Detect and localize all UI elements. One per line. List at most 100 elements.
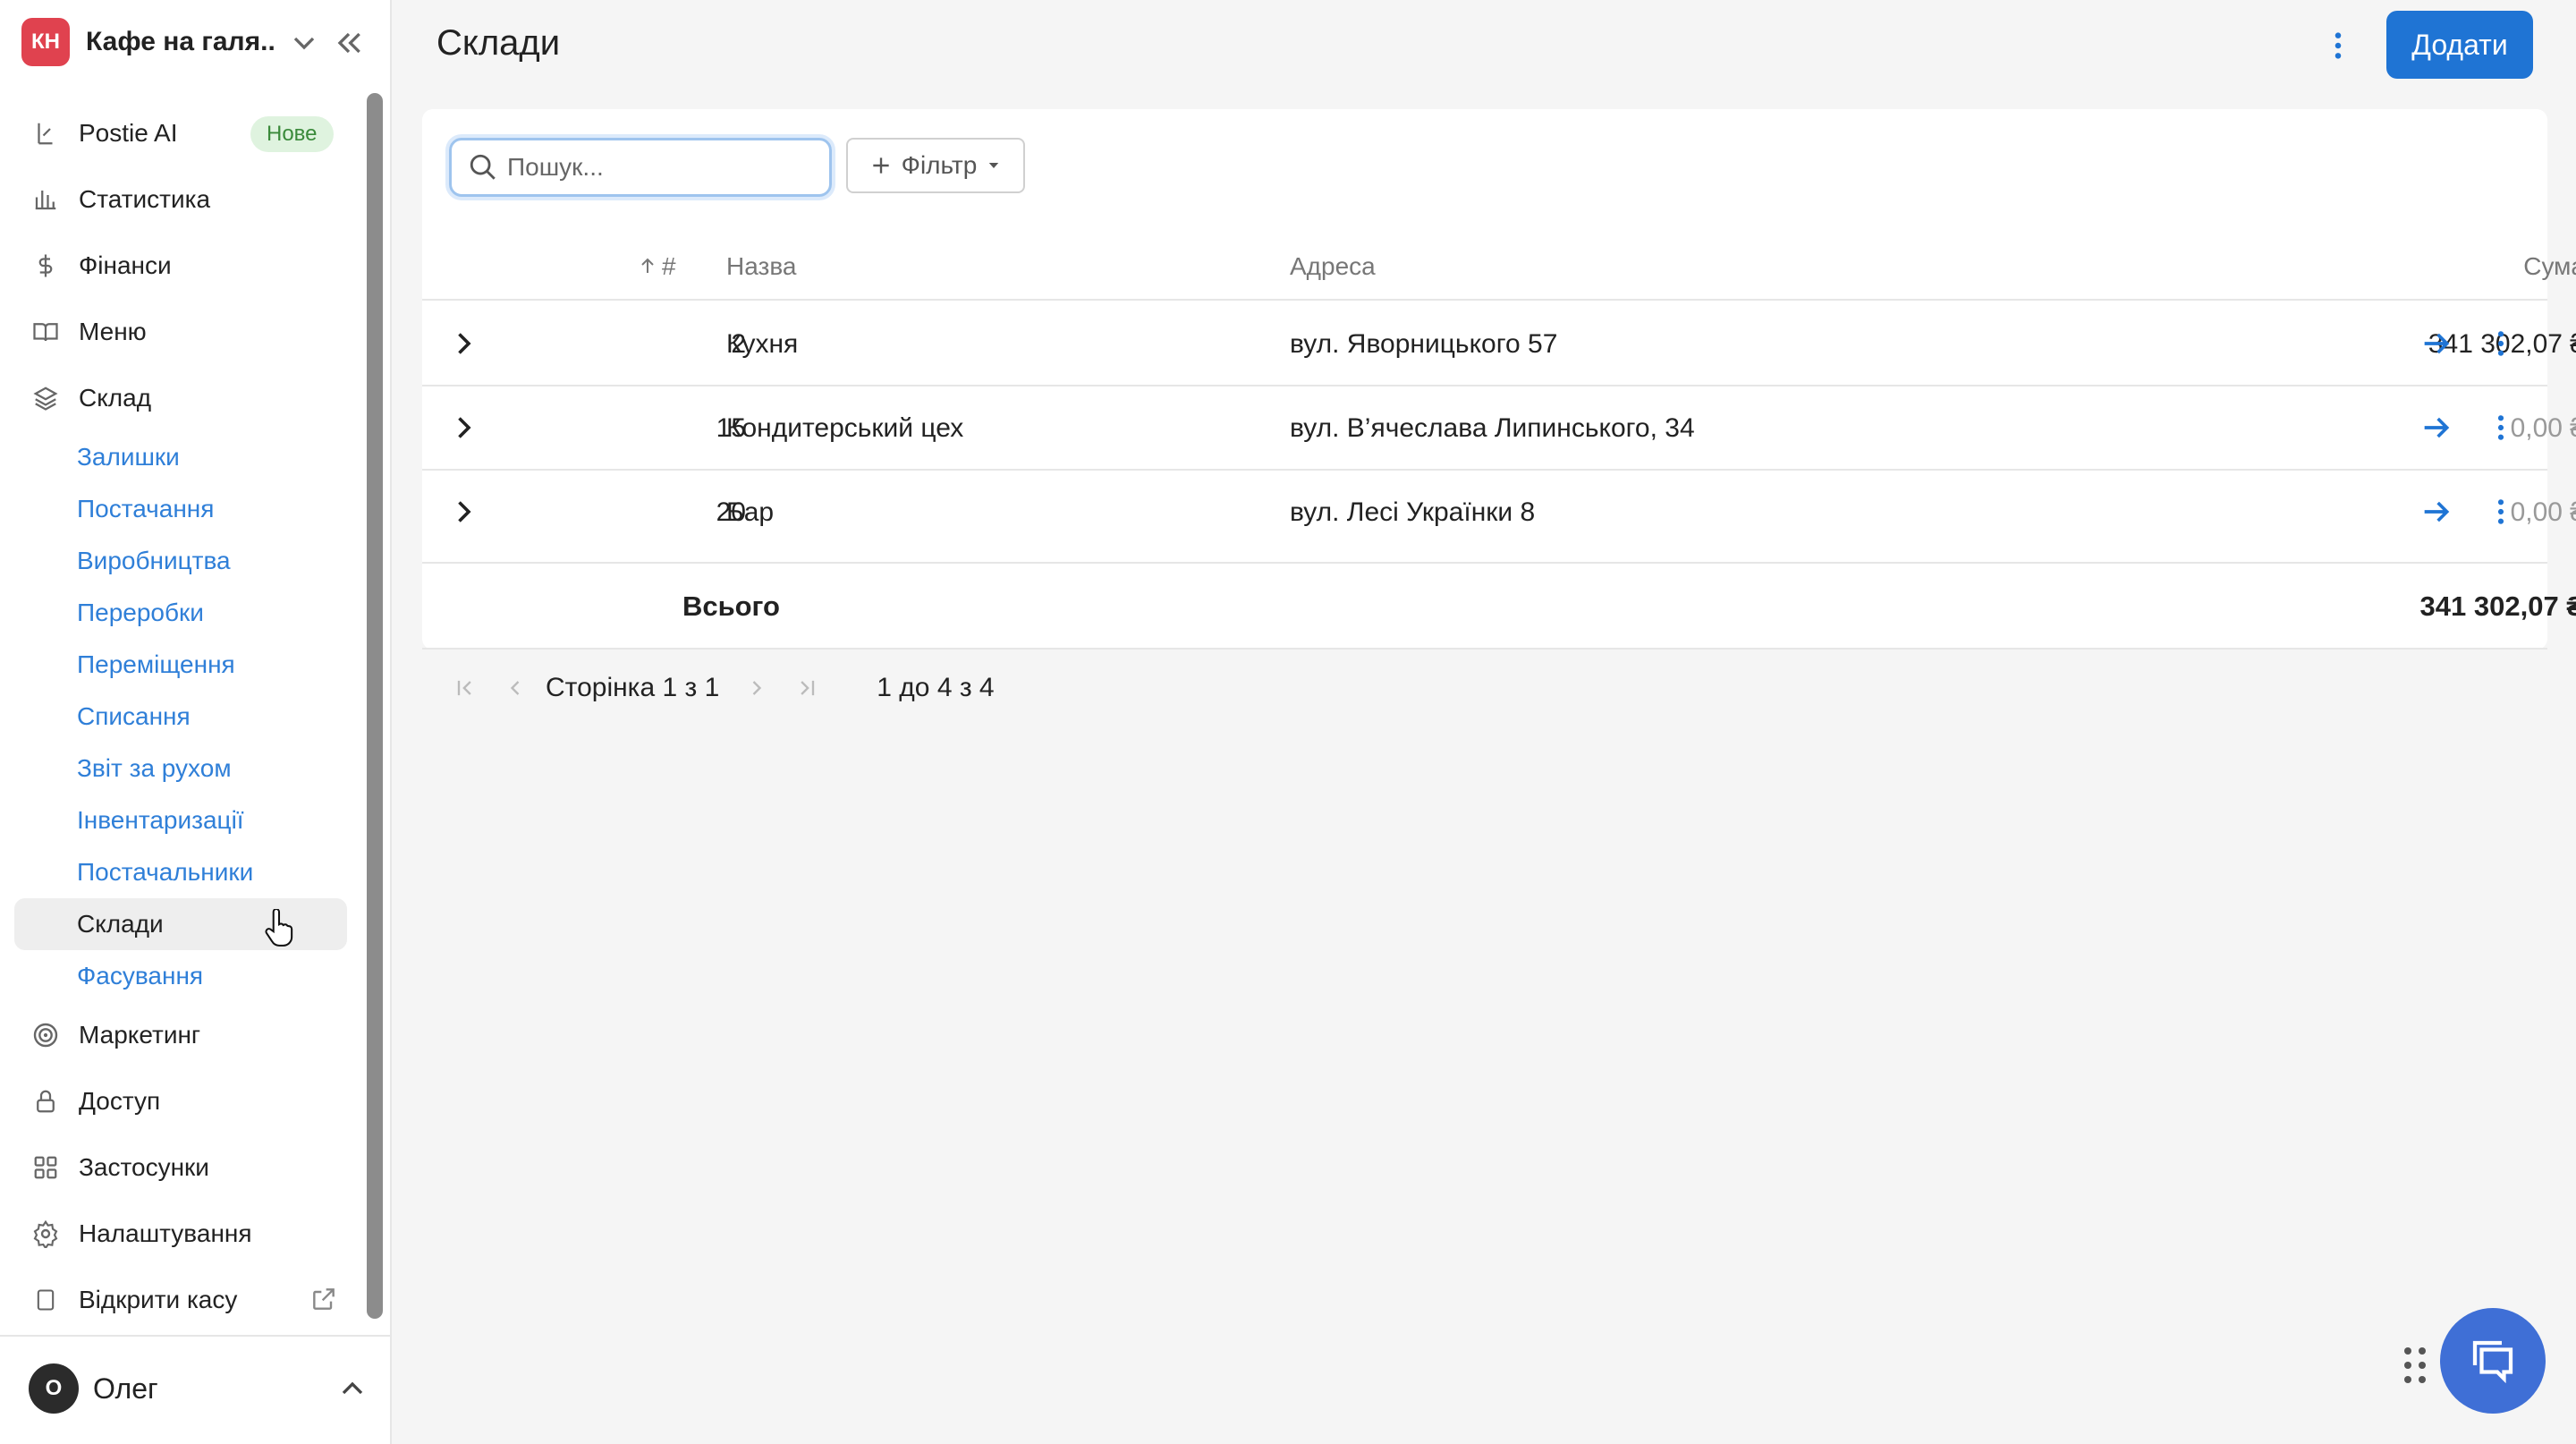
sidebar-subitem-label: Переміщення: [77, 650, 235, 678]
sidebar-subitem-label: Постачання: [77, 495, 215, 522]
collapse-sidebar-icon[interactable]: [331, 25, 367, 61]
sidebar-subitem-productions[interactable]: Виробництва: [14, 535, 347, 587]
more-options-button[interactable]: [2320, 25, 2356, 66]
sidebar-item-label: Фінанси: [79, 251, 172, 279]
sidebar-scrollbar[interactable]: [367, 93, 383, 1319]
kebab-icon: [2497, 499, 2504, 524]
row-more-button[interactable]: [2485, 494, 2517, 530]
sidebar-subitem-label: Склади: [77, 910, 164, 938]
arrow-right-icon[interactable]: [2419, 410, 2454, 446]
sidebar-item-label: Доступ: [79, 1087, 161, 1115]
column-header-name[interactable]: Назва: [726, 252, 796, 281]
sidebar-item-apps[interactable]: Застосунки: [14, 1134, 347, 1201]
sidebar: КН Кафе на галя... Postie AI Нове Статис…: [0, 0, 392, 1444]
last-page-icon[interactable]: [789, 670, 825, 706]
sidebar-item-label: Налаштування: [79, 1219, 252, 1247]
sidebar-subitem-processing[interactable]: Переробки: [14, 587, 347, 639]
table-total-row: Всього 341 302,07 ₴: [422, 564, 2576, 650]
sidebar-item-label: Статистика: [79, 185, 211, 213]
sidebar-subitem-suppliers[interactable]: Постачальники: [14, 846, 347, 898]
user-menu[interactable]: О Олег: [0, 1335, 390, 1444]
row-address: вул. Лесі Українки 8: [1290, 497, 1536, 527]
next-page-icon[interactable]: [739, 670, 775, 706]
sidebar-item-menu[interactable]: Меню: [14, 299, 347, 365]
chevron-up-icon[interactable]: [335, 1371, 370, 1406]
range-indicator: 1 до 4 з 4: [877, 673, 995, 702]
column-header-amount[interactable]: Сума: [2354, 252, 2576, 281]
row-address: вул. В’ячеслава Липинського, 34: [1290, 413, 1695, 443]
chevron-right-icon[interactable]: [447, 412, 479, 444]
sidebar-item-label: Postie AI: [79, 119, 178, 147]
sidebar-subitem-supplies[interactable]: Постачання: [14, 483, 347, 535]
page-title: Склади: [436, 23, 561, 63]
sidebar-subitem-movement-report[interactable]: Звіт за рухом: [14, 743, 347, 794]
sidebar-subitem-label: Залишки: [77, 443, 180, 471]
row-address: вул. Яворницького 57: [1290, 329, 1558, 359]
plus-icon: [873, 157, 889, 174]
sidebar-item-label: Застосунки: [79, 1153, 209, 1181]
row-name: Кухня: [726, 329, 799, 359]
sidebar-item-open-register[interactable]: Відкрити касу: [14, 1267, 347, 1333]
prev-page-icon[interactable]: [497, 670, 533, 706]
arrow-right-icon[interactable]: [2419, 326, 2454, 361]
kebab-icon: [2497, 331, 2504, 356]
venue-badge: КН: [21, 18, 70, 66]
sidebar-subitem-inventories[interactable]: Інвентаризації: [14, 794, 347, 846]
sidebar-item-settings[interactable]: Налаштування: [14, 1201, 347, 1267]
search-input[interactable]: [507, 153, 811, 182]
sidebar-item-postie-ai[interactable]: Postie AI Нове: [14, 100, 347, 166]
table-row[interactable]: 15 Кондитерський цех вул. В’ячеслава Лип…: [422, 386, 2576, 471]
chevron-right-icon[interactable]: [447, 327, 479, 360]
sidebar-item-label: Маркетинг: [79, 1021, 201, 1049]
caret-down-icon: [989, 163, 999, 168]
target-icon: [30, 1020, 61, 1050]
kebab-icon: [2334, 32, 2342, 59]
sidebar-subitem-packaging[interactable]: Фасування: [14, 950, 347, 1002]
column-header-address[interactable]: Адреса: [1290, 252, 1376, 281]
external-link-icon: [313, 1288, 335, 1310]
total-label: Всього: [682, 590, 780, 622]
sidebar-subitem-stock[interactable]: Залишки: [14, 431, 347, 483]
sidebar-item-warehouse[interactable]: Склад: [14, 365, 347, 431]
venue-switcher[interactable]: КН Кафе на галя...: [21, 18, 370, 66]
sidebar-item-access[interactable]: Доступ: [14, 1068, 347, 1134]
new-badge: Нове: [250, 116, 334, 152]
chevron-right-icon[interactable]: [447, 496, 479, 528]
sparkle-icon: [30, 118, 61, 149]
filter-button[interactable]: Фільтр: [846, 138, 1025, 193]
avatar: О: [29, 1363, 79, 1414]
user-name: Олег: [93, 1372, 158, 1405]
sidebar-item-marketing[interactable]: Маркетинг: [14, 1002, 347, 1068]
lock-icon: [30, 1086, 61, 1117]
sidebar-subitem-transfers[interactable]: Переміщення: [14, 639, 347, 691]
tablet-icon: [30, 1285, 61, 1315]
hand-cursor-icon: [265, 909, 293, 947]
table-row[interactable]: 20 Бар вул. Лесі Українки 8 0,00 ₴: [422, 471, 2576, 564]
sidebar-subitem-label: Фасування: [77, 962, 204, 990]
column-header-num[interactable]: #: [662, 252, 676, 281]
search-box[interactable]: [449, 138, 832, 197]
grid-icon: [30, 1152, 61, 1183]
sidebar-nav: Postie AI Нове Статистика Фінанси Меню С…: [14, 100, 347, 1333]
sort-asc-icon[interactable]: [637, 252, 658, 285]
sidebar-item-statistics[interactable]: Статистика: [14, 166, 347, 233]
sidebar-item-label: Меню: [79, 318, 147, 345]
drag-handle-icon[interactable]: [2402, 1346, 2428, 1385]
add-button[interactable]: Додати: [2386, 11, 2533, 79]
search-icon: [470, 154, 496, 180]
sidebar-subitem-warehouses[interactable]: Склади: [14, 898, 347, 950]
row-more-button[interactable]: [2485, 410, 2517, 446]
sidebar-subitem-writeoffs[interactable]: Списання: [14, 691, 347, 743]
sidebar-item-label: Відкрити касу: [79, 1286, 238, 1313]
arrow-right-icon[interactable]: [2419, 494, 2454, 530]
table-row[interactable]: 2 Кухня вул. Яворницького 57 341 302,07 …: [422, 302, 2576, 386]
row-more-button[interactable]: [2485, 326, 2517, 361]
chevron-down-icon[interactable]: [286, 25, 322, 61]
sidebar-item-label: Склад: [79, 384, 152, 412]
sidebar-subitem-label: Списання: [77, 702, 191, 730]
sidebar-item-finance[interactable]: Фінанси: [14, 233, 347, 299]
row-amount: 0,00 ₴: [2510, 413, 2576, 443]
first-page-icon[interactable]: [447, 670, 483, 706]
chat-button[interactable]: [2440, 1308, 2546, 1414]
table-header: # Назва Адреса Сума: [422, 242, 2576, 301]
